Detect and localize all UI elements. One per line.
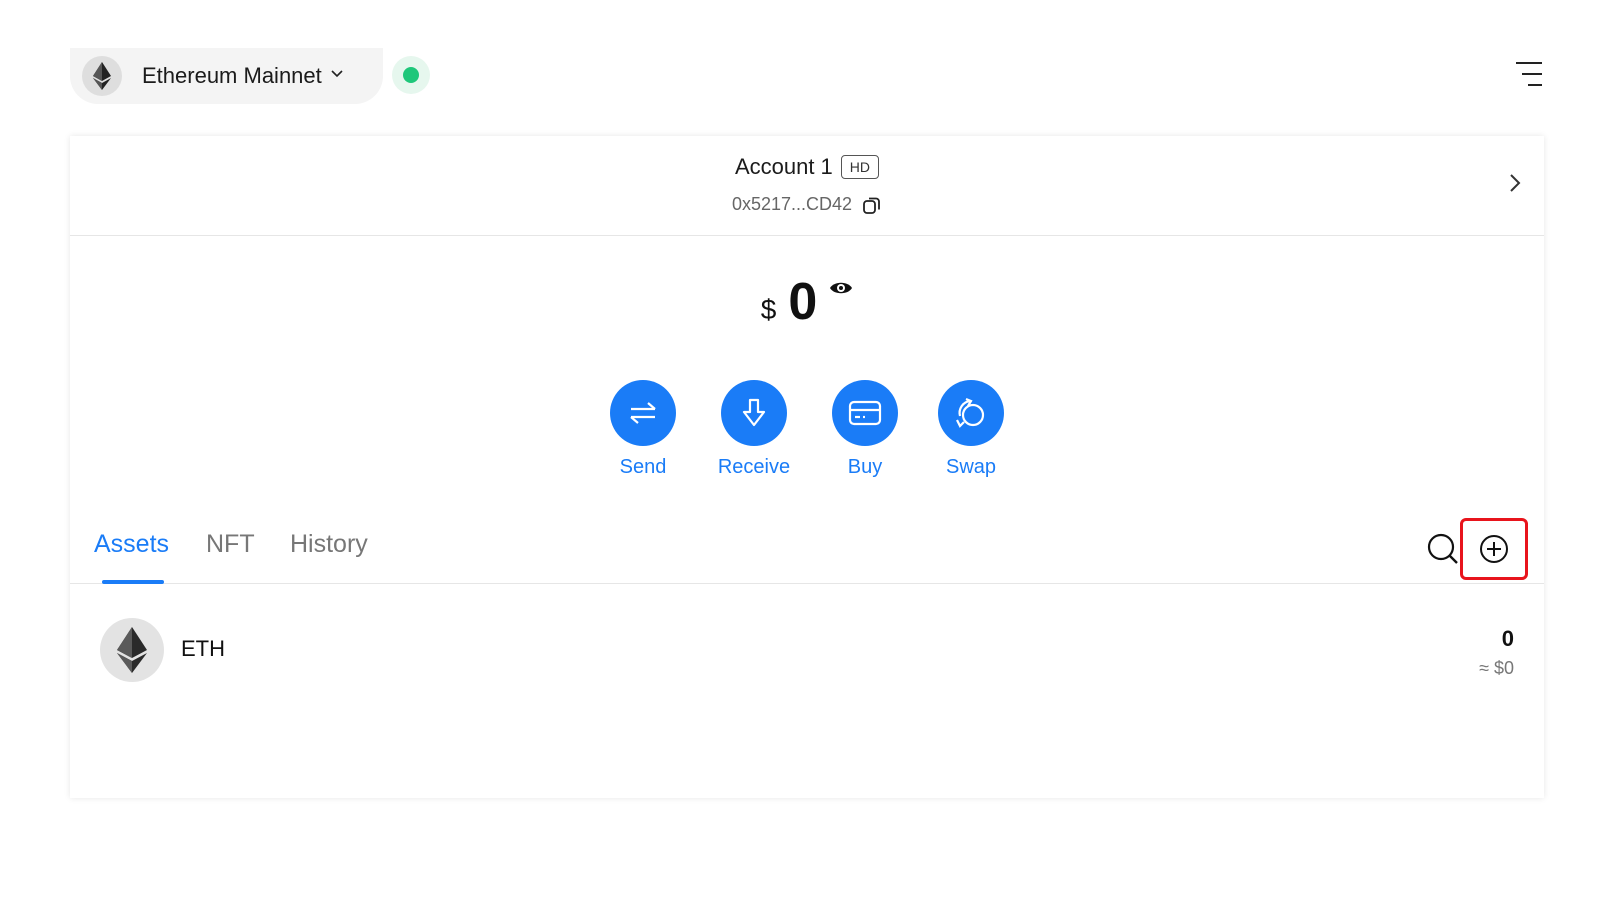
swap-label: Swap (945, 456, 997, 478)
ethereum-icon (100, 618, 164, 682)
network-name: Ethereum Mainnet (142, 63, 322, 88)
status-dot (403, 67, 419, 83)
add-token-button[interactable] (1460, 518, 1528, 580)
asset-tabs: Assets NFT History (70, 518, 1544, 584)
buy-label: Buy (847, 456, 883, 478)
account-address: 0x5217...CD42 (731, 194, 853, 214)
tab-nft[interactable]: NFT (206, 530, 255, 559)
tab-history[interactable]: History (290, 530, 368, 559)
wallet-card: Account 1 HD 0x5217...CD42 $ 0 Send Rece… (70, 136, 1544, 798)
card-icon (832, 380, 898, 446)
menu-icon[interactable] (1516, 60, 1544, 90)
asset-symbol: ETH (181, 636, 225, 661)
chevron-down-icon (331, 70, 343, 78)
ethereum-icon (82, 56, 122, 96)
hd-badge: HD (840, 155, 880, 179)
asset-amount: 0 (1501, 626, 1514, 651)
copy-icon[interactable] (862, 195, 882, 215)
asset-row-eth[interactable]: ETH 0 ≈ $0 (70, 612, 1544, 688)
plus-circle-icon (1480, 535, 1508, 563)
tab-assets[interactable]: Assets (94, 530, 169, 559)
active-tab-indicator (102, 580, 164, 584)
network-selector[interactable]: Ethereum Mainnet (70, 48, 383, 104)
receive-icon (721, 380, 787, 446)
balance-value: 0 (788, 273, 818, 331)
connection-status-indicator (392, 56, 430, 94)
buy-button[interactable]: Buy (832, 380, 898, 479)
balance-display: $ 0 (70, 274, 1544, 330)
swap-button[interactable]: Swap (938, 380, 1004, 479)
receive-button[interactable]: Receive (716, 380, 792, 479)
balance-currency: $ (760, 294, 777, 325)
asset-fiat-value: ≈ $0 (1479, 658, 1514, 678)
eye-icon[interactable] (829, 280, 853, 296)
send-button[interactable]: Send (610, 380, 676, 479)
chevron-right-icon (1510, 174, 1521, 192)
swap-icon (938, 380, 1004, 446)
send-label: Send (619, 456, 667, 478)
send-arrows-icon (610, 380, 676, 446)
search-icon[interactable] (1426, 532, 1460, 566)
account-name: Account 1 (734, 154, 833, 179)
receive-label: Receive (717, 456, 791, 478)
account-header[interactable]: Account 1 HD 0x5217...CD42 (70, 136, 1544, 236)
action-buttons: Send Receive Buy Swap (70, 380, 1544, 479)
